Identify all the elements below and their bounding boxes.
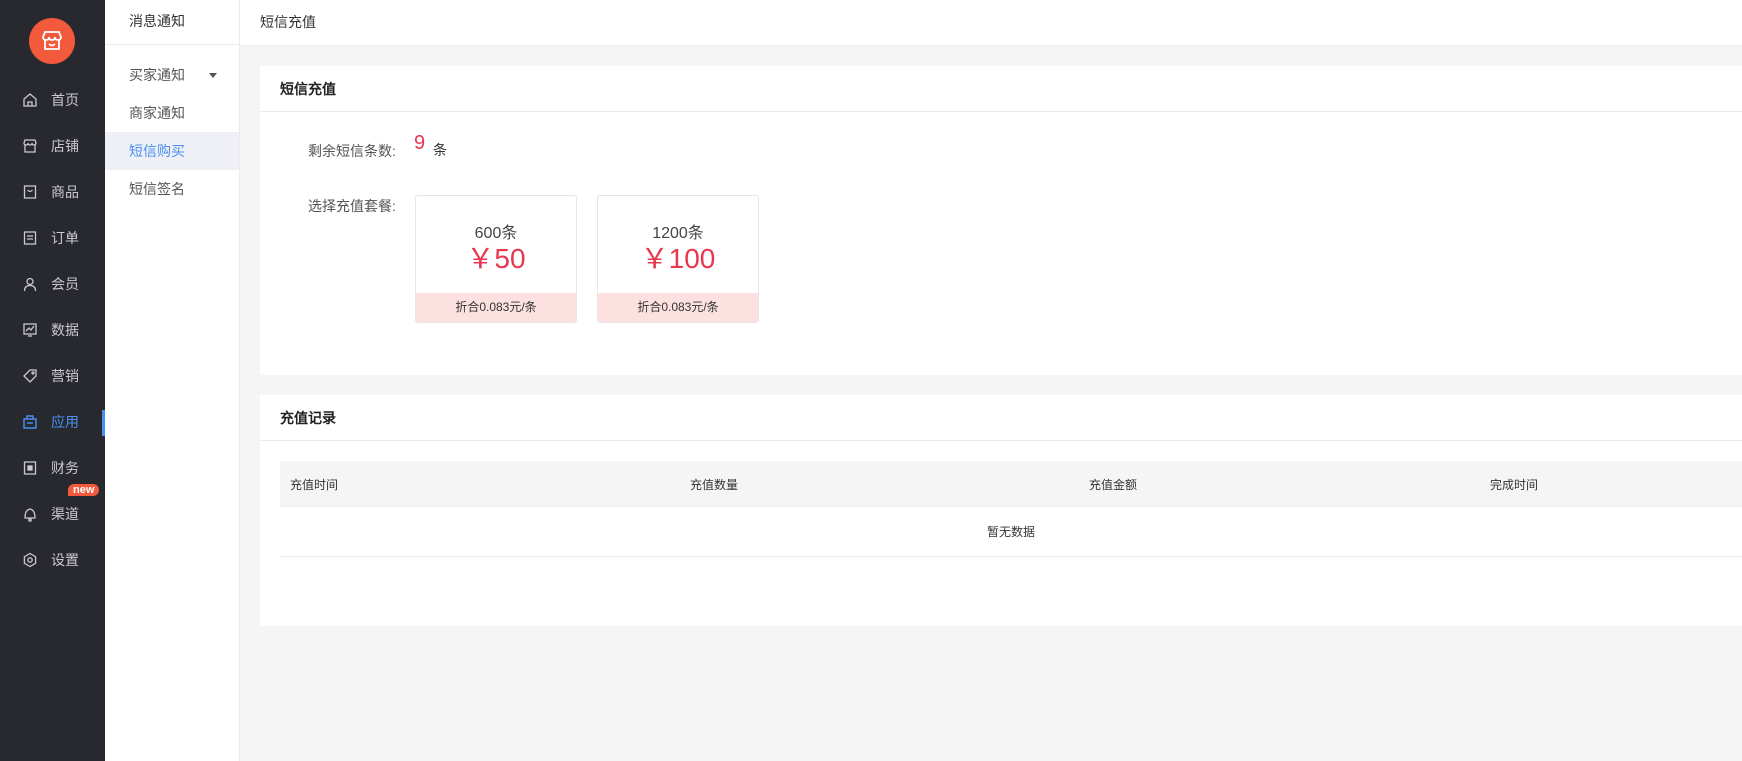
package-option[interactable]: 600条 ￥50 折合0.083元/条 xyxy=(415,195,577,323)
home-icon xyxy=(23,93,37,107)
nav-label: 应用 xyxy=(51,414,79,430)
chart-icon xyxy=(23,323,37,337)
nav-item-shop[interactable]: 店铺 xyxy=(0,126,105,166)
goods-icon xyxy=(23,185,37,199)
caret-down-icon xyxy=(209,73,217,78)
empty-state: 暂无数据 xyxy=(280,507,1742,557)
package-label: 选择充值套餐: xyxy=(308,198,396,214)
nav-label: 商品 xyxy=(51,184,79,200)
nav-label: 订单 xyxy=(51,230,79,246)
column-header: 充值时间 xyxy=(290,478,339,492)
subnav-item-label: 短信签名 xyxy=(129,181,185,197)
nav-label: 设置 xyxy=(51,552,79,568)
gear-icon xyxy=(23,552,37,568)
subnav-item-buyer-notice[interactable]: 买家通知 xyxy=(105,56,239,94)
column-header: 充值金额 xyxy=(1089,478,1138,492)
subnav-item-sms-purchase[interactable]: 短信购买 xyxy=(105,132,239,170)
page-header: 短信充值 xyxy=(240,0,1742,46)
nav-item-settings[interactable]: 设置 xyxy=(0,540,105,580)
subnav-item-label: 买家通知 xyxy=(129,67,185,83)
table-header: 充值时间 充值数量 充值金额 完成时间 xyxy=(280,461,1742,507)
app-icon xyxy=(23,415,37,429)
recharge-card: 短信充值 剩余短信条数: 9 条 选择充值套餐: 600条 ￥50 折合0.08… xyxy=(260,66,1742,375)
shop-icon xyxy=(23,139,37,153)
package-unit-price: 折合0.083元/条 xyxy=(598,293,758,322)
records-card: 充值记录 充值时间 充值数量 充值金额 完成时间 暂无数据 xyxy=(260,395,1742,626)
page-title: 短信充值 xyxy=(260,14,316,30)
column-header: 充值数量 xyxy=(690,478,739,492)
user-icon xyxy=(23,277,37,292)
nav-item-channel[interactable]: 渠道 new xyxy=(0,484,105,534)
nav-label: 渠道 xyxy=(51,506,79,522)
main-sidebar: 首页 店铺 商品 订单 会员 数据 营销 应用 财务 渠道 new 设置 xyxy=(0,0,105,761)
nav-item-finance[interactable]: 财务 xyxy=(0,448,105,488)
subnav-item-merchant-notice[interactable]: 商家通知 xyxy=(105,94,239,132)
column-header: 完成时间 xyxy=(1490,478,1539,492)
remaining-unit: 条 xyxy=(433,142,447,158)
nav-label: 首页 xyxy=(51,92,79,108)
finance-icon xyxy=(23,461,37,475)
subnav-item-sms-signature[interactable]: 短信签名 xyxy=(105,170,239,208)
nav-label: 营销 xyxy=(51,368,79,384)
tag-icon xyxy=(23,369,37,383)
nav-item-apps[interactable]: 应用 xyxy=(0,402,105,442)
remaining-label: 剩余短信条数: xyxy=(308,143,396,159)
nav-label: 财务 xyxy=(51,460,79,476)
store-logo-icon[interactable] xyxy=(29,18,75,64)
nav-item-member[interactable]: 会员 xyxy=(0,264,105,304)
nav-item-home[interactable]: 首页 xyxy=(0,80,105,120)
package-unit-price: 折合0.083元/条 xyxy=(416,293,576,322)
package-option[interactable]: 1200条 ￥100 折合0.083元/条 xyxy=(597,195,759,323)
nav-label: 数据 xyxy=(51,322,79,338)
nav-item-order[interactable]: 订单 xyxy=(0,218,105,258)
nav-label: 会员 xyxy=(51,276,79,292)
package-price: ￥100 xyxy=(640,243,716,274)
nav-label: 店铺 xyxy=(51,138,79,154)
package-price: ￥50 xyxy=(466,243,526,274)
nav-item-data[interactable]: 数据 xyxy=(0,310,105,350)
sub-sidebar: 消息通知 买家通知 商家通知 短信购买 短信签名 xyxy=(105,0,240,761)
subnav-title: 消息通知 xyxy=(105,0,239,45)
nav-item-marketing[interactable]: 营销 xyxy=(0,356,105,396)
records-card-title: 充值记录 xyxy=(260,395,1742,441)
nav-item-goods[interactable]: 商品 xyxy=(0,172,105,212)
remaining-count: 9 xyxy=(414,132,426,154)
order-icon xyxy=(23,231,37,245)
channel-icon xyxy=(24,508,36,522)
subnav-item-label: 短信购买 xyxy=(129,143,185,159)
recharge-card-title: 短信充值 xyxy=(260,66,1742,112)
subnav-item-label: 商家通知 xyxy=(129,105,185,121)
new-badge: new xyxy=(68,484,100,496)
